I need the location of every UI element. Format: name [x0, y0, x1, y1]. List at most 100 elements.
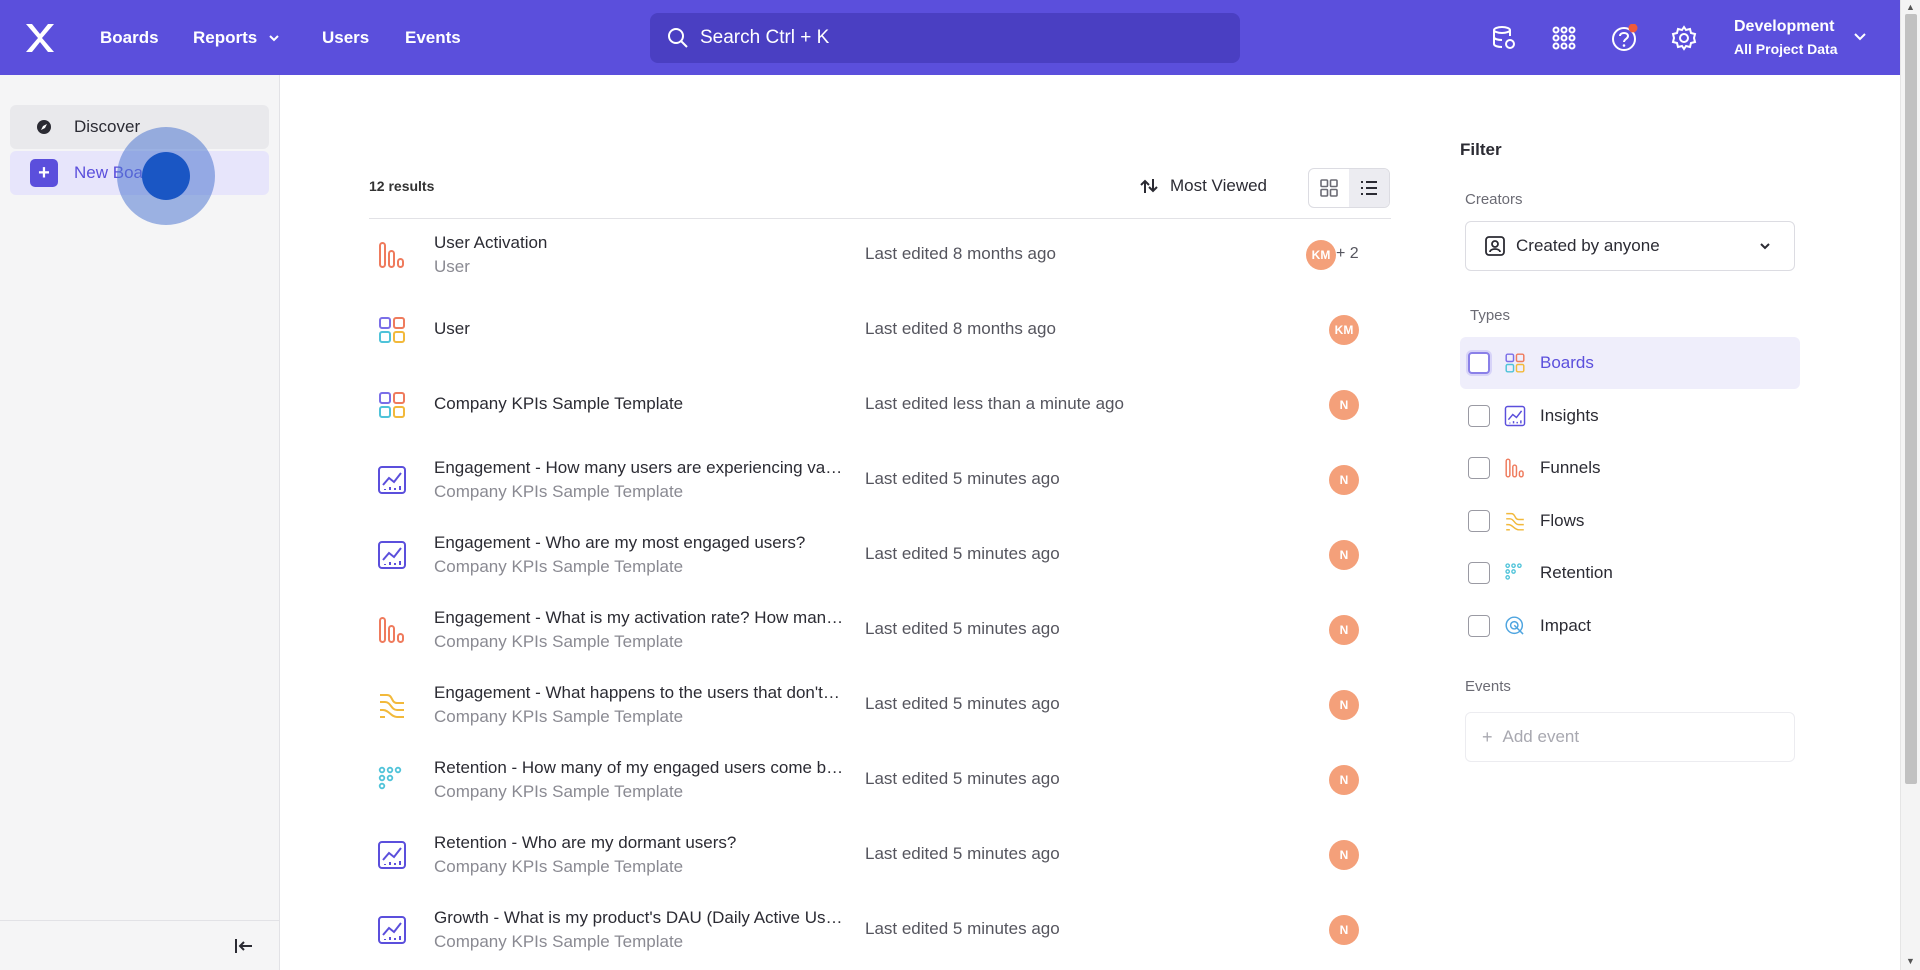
help-icon[interactable]: [1610, 24, 1638, 52]
project-data-scope: All Project Data: [1734, 41, 1838, 57]
type-filter-insights[interactable]: Insights: [1460, 390, 1800, 442]
apps-grid-icon[interactable]: [1550, 24, 1578, 52]
list-item[interactable]: Engagement - What is my activation rate?…: [369, 593, 1391, 668]
scroll-thumb[interactable]: [1905, 14, 1917, 784]
type-label: Funnels: [1540, 458, 1601, 477]
list-item[interactable]: Retention - How many of my engaged users…: [369, 743, 1391, 818]
nav-users[interactable]: Users: [322, 0, 369, 75]
results-count: 12 results: [369, 178, 435, 194]
type-label: Insights: [1540, 405, 1599, 425]
avatar: KM: [1306, 240, 1336, 270]
list-item[interactable]: User Activation User Last edited 8 months …: [369, 218, 1391, 293]
type-filter-boards[interactable]: Boards: [1460, 337, 1800, 389]
item-last-edited: Last edited 5 minutes ago: [865, 919, 1060, 938]
sidebar-footer: [0, 920, 279, 970]
mixpanel-logo-icon[interactable]: [22, 20, 58, 56]
type-filter-retention[interactable]: Retention: [1460, 547, 1800, 599]
gear-icon[interactable]: [1670, 24, 1698, 52]
boards-icon: [377, 315, 407, 345]
item-last-edited: Last edited 5 minutes ago: [865, 694, 1060, 713]
list-item[interactable]: Company KPIs Sample Template Last edited …: [369, 368, 1391, 443]
flows-icon: [1504, 510, 1526, 532]
item-title[interactable]: Engagement - How many users are experien…: [434, 458, 844, 478]
project-selector[interactable]: Development All Project Data: [1734, 16, 1837, 60]
list-item[interactable]: Engagement - Who are my most engaged use…: [369, 518, 1391, 593]
insights-icon: [377, 915, 407, 945]
creators-label: Creators: [1465, 191, 1523, 208]
database-settings-icon[interactable]: [1490, 24, 1518, 52]
insights-icon: [1504, 405, 1526, 427]
add-event-button[interactable]: + Add event: [1465, 712, 1795, 762]
creators-value: Created by anyone: [1516, 236, 1660, 255]
chevron-down-icon: [269, 34, 279, 41]
type-filter-impact[interactable]: Impact: [1460, 600, 1800, 652]
retention-icon: [1504, 562, 1526, 584]
chevron-down-icon[interactable]: [1852, 28, 1868, 44]
events-label: Events: [1465, 678, 1511, 695]
list-item[interactable]: User Last edited 8 months ago KM: [369, 293, 1391, 368]
page-scrollbar[interactable]: ▲ ▼: [1900, 0, 1920, 970]
nav-events[interactable]: Events: [405, 0, 461, 75]
list-item[interactable]: Growth - What is my product's DAU (Daily…: [369, 893, 1391, 968]
item-last-edited: Last edited 5 minutes ago: [865, 619, 1060, 638]
creators-dropdown[interactable]: Created by anyone: [1465, 221, 1795, 271]
insights-icon: [377, 840, 407, 870]
item-subtitle: Company KPIs Sample Template: [434, 782, 684, 801]
search-placeholder: Search Ctrl + K: [700, 27, 830, 48]
item-last-edited: Last edited 8 months ago: [865, 244, 1056, 263]
sidebar-item-label: Discover: [74, 117, 141, 136]
item-title[interactable]: Engagement - Who are my most engaged use…: [434, 533, 805, 553]
item-subtitle: Company KPIs Sample Template: [434, 557, 684, 576]
sort-dropdown[interactable]: Most Viewed: [1138, 175, 1267, 197]
type-label: Boards: [1540, 353, 1594, 372]
scroll-down-arrow-icon[interactable]: ▼: [1906, 956, 1915, 966]
item-title[interactable]: Engagement - What happens to the users t…: [434, 683, 844, 703]
plus-icon: +: [1482, 726, 1493, 747]
additional-owners-count: + 2: [1336, 245, 1359, 262]
type-filter-funnels[interactable]: Funnels: [1460, 442, 1800, 494]
avatar: N: [1329, 915, 1359, 945]
list-item[interactable]: Engagement - How many users are experien…: [369, 443, 1391, 518]
filter-title: Filter: [1460, 140, 1502, 159]
person-icon: [1485, 236, 1505, 256]
item-last-edited: Last edited less than a minute ago: [865, 394, 1124, 413]
chevron-down-icon: [1760, 243, 1770, 250]
type-checkbox[interactable]: [1468, 457, 1490, 479]
scroll-up-arrow-icon[interactable]: ▲: [1906, 2, 1915, 12]
type-filter-flows[interactable]: Flows: [1460, 495, 1800, 547]
type-label: Flows: [1540, 510, 1585, 530]
impact-icon: [1504, 615, 1526, 637]
list-item[interactable]: Retention - Who are my dormant users? Com…: [369, 818, 1391, 893]
nav-reports[interactable]: Reports: [193, 0, 281, 75]
type-checkbox[interactable]: [1468, 352, 1490, 374]
grid-view-button[interactable]: [1309, 169, 1349, 207]
item-title[interactable]: User Activation: [434, 233, 547, 253]
item-last-edited: Last edited 5 minutes ago: [865, 769, 1060, 788]
boards-icon: [1504, 352, 1526, 374]
avatar: N: [1329, 840, 1359, 870]
add-event-label: Add event: [1502, 727, 1580, 746]
type-checkbox[interactable]: [1468, 404, 1490, 427]
nav-boards[interactable]: Boards: [100, 0, 159, 75]
item-title[interactable]: Growth - What is my product's DAU (Daily…: [434, 908, 844, 928]
plus-icon: +: [30, 159, 58, 187]
item-title[interactable]: Retention - How many of my engaged users…: [434, 758, 844, 778]
nav-reports-label: Reports: [193, 27, 258, 47]
item-title[interactable]: Company KPIs Sample Template: [434, 394, 683, 414]
search-input[interactable]: Search Ctrl + K: [650, 13, 1240, 63]
project-name: Development: [1734, 18, 1835, 35]
list-item[interactable]: Engagement - What happens to the users t…: [369, 668, 1391, 743]
collapse-sidebar-icon[interactable]: [234, 937, 254, 955]
list-view-button[interactable]: [1349, 169, 1389, 207]
item-title[interactable]: Retention - Who are my dormant users?: [434, 833, 736, 853]
type-checkbox[interactable]: [1468, 509, 1490, 532]
sort-icon: [1140, 179, 1158, 193]
type-label: Impact: [1540, 615, 1592, 635]
type-checkbox[interactable]: [1468, 614, 1490, 637]
item-subtitle: Company KPIs Sample Template: [434, 932, 684, 951]
item-title[interactable]: Engagement - What is my activation rate?…: [434, 608, 844, 628]
insights-icon: [377, 465, 407, 495]
item-subtitle: Company KPIs Sample Template: [434, 482, 684, 501]
type-checkbox[interactable]: [1468, 562, 1490, 584]
item-title[interactable]: User: [434, 319, 470, 339]
